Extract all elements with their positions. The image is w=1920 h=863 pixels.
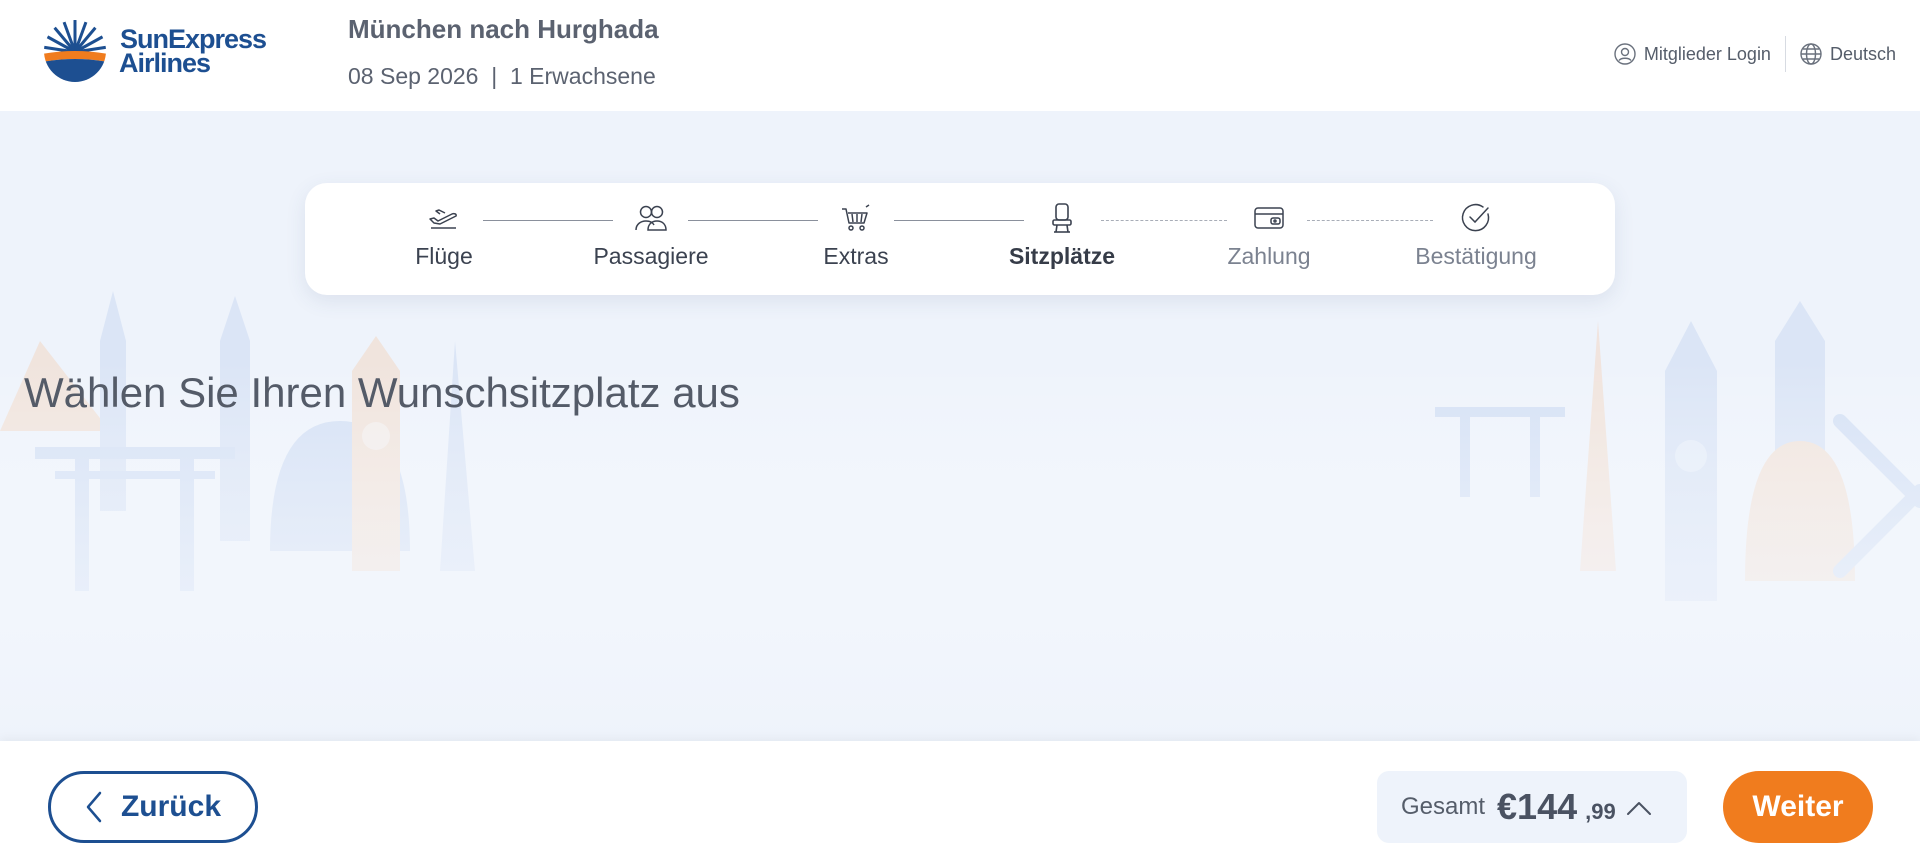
booking-progress-stepper: Flüge Passagiere Extras Sitzplätze Zahlu…: [305, 183, 1615, 295]
total-price-toggle[interactable]: Gesamt €144 ,99: [1377, 771, 1687, 843]
back-button-label: Zurück: [120, 790, 222, 823]
step-label: Passagiere: [593, 243, 709, 269]
step-sitzplaetze[interactable]: Sitzplätze: [972, 201, 1152, 270]
sunexpress-logo[interactable]: SunExpress Airlines: [42, 18, 267, 84]
language-selector[interactable]: Deutsch: [1800, 43, 1896, 65]
step-label: Flüge: [415, 243, 473, 269]
language-label: Deutsch: [1829, 43, 1896, 64]
step-label: Extras: [823, 243, 889, 269]
back-button[interactable]: Zurück: [48, 771, 258, 843]
total-cents: ,99: [1585, 799, 1616, 824]
step-label: Sitzplätze: [1008, 243, 1116, 269]
sun-logo-icon: [44, 20, 106, 82]
step-passagiere[interactable]: Passagiere: [561, 201, 741, 270]
cart-icon: [842, 204, 870, 231]
chevron-up-icon: [1626, 802, 1651, 815]
page-heading: Wählen Sie Ihren Wunschsitzplatz aus: [24, 369, 740, 416]
step-label: Bestätigung: [1415, 243, 1537, 269]
bottom-action-bar: Zurück Gesamt €144 ,99 Weiter: [0, 741, 1920, 863]
user-circle-icon: [1614, 43, 1636, 65]
next-button[interactable]: Weiter: [1723, 771, 1873, 843]
header-divider: [1784, 36, 1786, 72]
chevron-left-icon: [86, 791, 102, 823]
member-login-label: Mitglieder Login: [1643, 43, 1771, 64]
member-login-button[interactable]: Mitglieder Login: [1614, 43, 1771, 65]
trip-title: München nach Hurghada: [348, 14, 659, 44]
total-label: Gesamt: [1401, 793, 1486, 820]
top-header: SunExpress Airlines München nach Hurghad…: [0, 0, 1920, 111]
total-amount: €144: [1497, 786, 1578, 827]
seat-icon: [1052, 203, 1072, 233]
brand-line-2: Airlines: [119, 48, 211, 78]
trip-summary: München nach Hurghada 08 Sep 2026 | 1 Er…: [348, 14, 659, 90]
step-bestaetigung[interactable]: Bestätigung: [1386, 201, 1566, 270]
globe-icon: [1800, 43, 1822, 65]
plane-departure-icon: [429, 209, 457, 229]
step-extras[interactable]: Extras: [766, 201, 946, 270]
step-label: Zahlung: [1227, 243, 1311, 269]
passengers-icon: [635, 205, 667, 231]
step-fluege[interactable]: Flüge: [354, 201, 534, 270]
trip-subtitle: 08 Sep 2026 | 1 Erwachsene: [348, 63, 656, 89]
step-zahlung[interactable]: Zahlung: [1179, 201, 1359, 270]
wallet-icon: [1254, 207, 1284, 229]
checkmark-circle-icon: [1461, 203, 1490, 232]
